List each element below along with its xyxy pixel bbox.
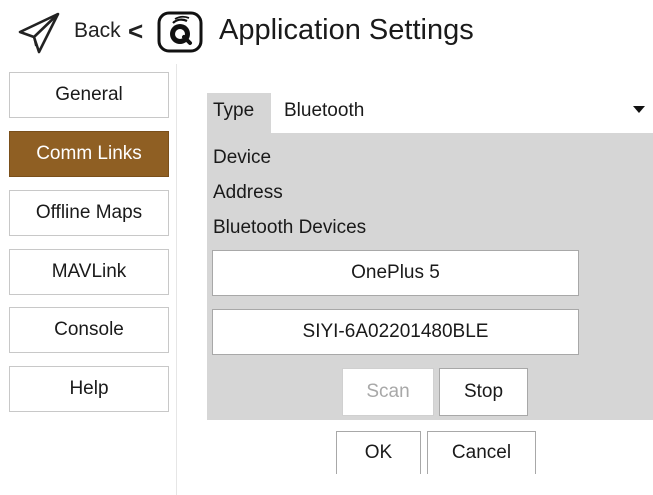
- sidebar-item-console[interactable]: Console: [9, 307, 169, 353]
- back-button[interactable]: Back: [74, 19, 121, 43]
- back-caret[interactable]: <: [128, 16, 143, 47]
- sidebar-item-general[interactable]: General: [9, 72, 169, 118]
- bluetooth-device-name: SIYI-6A02201480BLE: [302, 321, 489, 342]
- sidebar-divider: [176, 64, 177, 495]
- bluetooth-device-button[interactable]: SIYI-6A02201480BLE: [212, 309, 579, 355]
- sidebar-item-help[interactable]: Help: [9, 366, 169, 412]
- bluetooth-device-button[interactable]: OnePlus 5: [212, 250, 579, 296]
- sidebar-item-label: Console: [54, 319, 124, 340]
- address-label: Address: [213, 182, 283, 203]
- header-bar: Back < Application Settings: [0, 0, 653, 64]
- scan-button-label: Scan: [366, 381, 410, 402]
- sidebar-item-label: Offline Maps: [35, 202, 143, 223]
- link-settings-panel: Type Bluetooth Device Address Bluetooth …: [207, 93, 653, 420]
- ok-button-label: OK: [364, 442, 393, 463]
- page-title: Application Settings: [219, 14, 474, 46]
- chevron-down-icon: [633, 106, 645, 113]
- ok-button[interactable]: OK: [336, 431, 421, 474]
- bluetooth-device-name: OnePlus 5: [351, 262, 440, 283]
- app-logo-icon: [157, 11, 203, 53]
- type-label: Type: [213, 100, 255, 121]
- sidebar-item-offline-maps[interactable]: Offline Maps: [9, 190, 169, 236]
- cancel-button[interactable]: Cancel: [427, 431, 536, 474]
- bluetooth-devices-label: Bluetooth Devices: [213, 217, 367, 238]
- sidebar-item-comm-links[interactable]: Comm Links: [9, 131, 169, 177]
- sidebar-item-label: General: [55, 84, 123, 105]
- scan-button[interactable]: Scan: [342, 368, 434, 416]
- sidebar-item-label: Help: [69, 378, 109, 399]
- sidebar-item-mavlink[interactable]: MAVLink: [9, 249, 169, 295]
- type-label-box: Type: [207, 93, 271, 133]
- stop-button[interactable]: Stop: [439, 368, 528, 416]
- cancel-button-label: Cancel: [451, 442, 512, 463]
- stop-button-label: Stop: [463, 381, 504, 402]
- sidebar-item-label: MAVLink: [51, 261, 127, 282]
- sidebar-item-label: Comm Links: [36, 143, 142, 164]
- type-dropdown-value: Bluetooth: [284, 100, 365, 121]
- paper-plane-icon[interactable]: [16, 10, 62, 56]
- device-label: Device: [213, 147, 272, 168]
- type-dropdown[interactable]: Bluetooth: [271, 93, 653, 133]
